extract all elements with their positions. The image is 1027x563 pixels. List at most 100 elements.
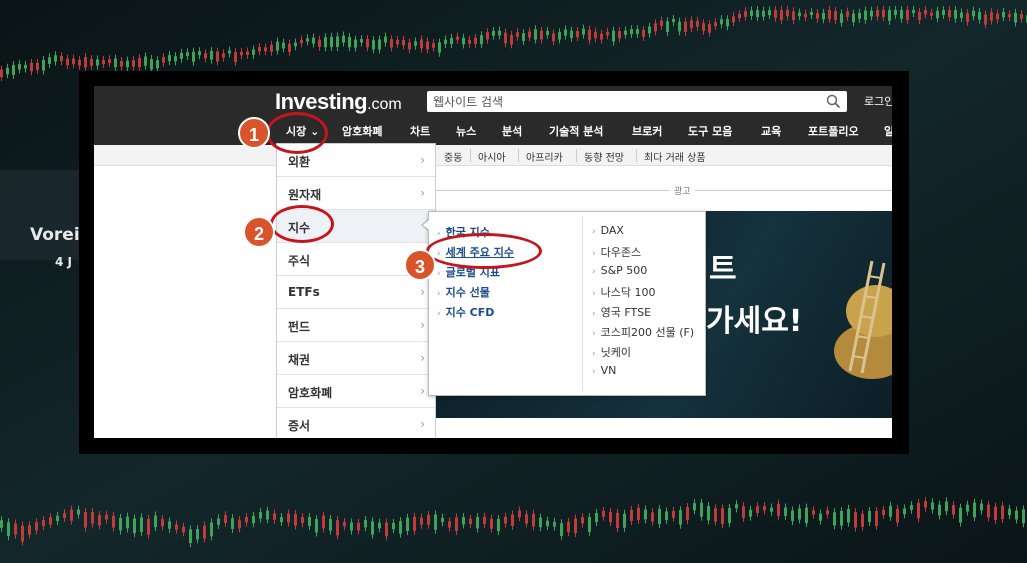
background-candle (294, 42, 297, 47)
nav-more[interactable]: 일 (884, 123, 892, 139)
background-candle (114, 58, 117, 68)
background-candle (72, 58, 75, 65)
background-candle (6, 67, 9, 75)
background-candle (60, 55, 63, 62)
subnav-asia[interactable]: 아시아 (478, 149, 506, 164)
dropdown-item-certificates[interactable]: 증서 › (277, 408, 435, 438)
background-candle (546, 520, 549, 527)
subnav-africa[interactable]: 아프리카 (526, 149, 563, 164)
search-input[interactable]: 웹사이트 검색 (427, 91, 847, 112)
submenu-link-dow-jones[interactable]: › 다우존스 (592, 244, 641, 260)
background-candle (366, 38, 369, 48)
background-candle (518, 510, 521, 518)
submenu-link-vn[interactable]: › VN (592, 364, 616, 377)
submenu-link-index-cfd[interactable]: › 지수 CFD (437, 304, 494, 320)
nav-analysis[interactable]: 분석 (502, 123, 522, 139)
background-candle (84, 512, 87, 528)
submenu-link-sp500[interactable]: › S&P 500 (592, 264, 647, 277)
submenu-link-label: 다우존스 (600, 246, 642, 259)
background-candle (161, 519, 164, 527)
search-icon[interactable] (826, 94, 841, 109)
background-candle (714, 508, 717, 522)
background-candle (616, 512, 619, 529)
bullet-icon: › (592, 309, 596, 319)
background-candle (228, 50, 231, 54)
svg-text:4 J: 4 J (55, 255, 72, 269)
nav-portfolio[interactable]: 포트폴리오 (808, 123, 859, 139)
background-candle (300, 39, 303, 44)
bullet-icon: › (592, 267, 596, 277)
ad-divider (434, 190, 892, 191)
background-candle (180, 52, 183, 59)
nav-news[interactable]: 뉴스 (456, 123, 476, 139)
background-candle (889, 505, 892, 517)
background-candle (726, 19, 729, 27)
subnav-most-traded[interactable]: 최다 거래 상품 (644, 149, 706, 164)
nav-crypto[interactable]: 암호화폐 (342, 123, 382, 139)
background-candle (182, 526, 185, 533)
background-candle (162, 57, 165, 63)
background-candle (84, 57, 87, 68)
submenu-link-nikkei[interactable]: › 닛케이 (592, 344, 631, 360)
dropdown-item-bonds[interactable]: 채권 › (277, 342, 435, 375)
background-candle (690, 20, 693, 29)
nav-charts[interactable]: 차트 (410, 123, 430, 139)
background-candle (732, 16, 735, 23)
submenu-link-kospi200-futures[interactable]: › 코스피200 선물 (F) (592, 324, 694, 340)
background-candle (868, 510, 871, 522)
background-candle (120, 61, 123, 67)
submenu-link-index-futures[interactable]: › 지수 선물 (437, 284, 490, 300)
background-candle (826, 510, 829, 515)
background-candle (630, 29, 633, 35)
site-header: Investing.com 웹사이트 검색 로그인 (94, 86, 892, 117)
background-candle (48, 57, 51, 64)
subnav-divider (636, 149, 637, 162)
nav-education[interactable]: 교육 (761, 123, 781, 139)
background-candle (756, 10, 759, 18)
background-candle (66, 58, 69, 66)
background-candle (786, 10, 789, 17)
dropdown-item-funds[interactable]: 펀드 › (277, 309, 435, 342)
background-candle (567, 521, 570, 533)
submenu-link-nasdaq100[interactable]: › 나스닥 100 (592, 284, 655, 300)
background-candle (1008, 508, 1011, 516)
background-candle (606, 31, 609, 36)
subnav-trends[interactable]: 동향 전망 (584, 149, 624, 164)
dropdown-item-crypto[interactable]: 암호화폐 › (277, 375, 435, 408)
background-candle (686, 507, 689, 521)
background-candle (774, 10, 777, 18)
login-link[interactable]: 로그인 (864, 93, 892, 109)
dropdown-item-etfs[interactable]: ETFs › (277, 276, 435, 309)
nav-technical-analysis[interactable]: 기술적 분석 (549, 123, 603, 139)
annotation-ring-market (266, 112, 328, 154)
dropdown-item-label: 채권 (288, 353, 311, 367)
background-candle (156, 60, 159, 69)
background-candle (539, 517, 542, 528)
chevron-right-icon: › (420, 417, 425, 431)
search-placeholder: 웹사이트 검색 (433, 95, 504, 109)
background-candle (456, 36, 459, 40)
background-candle (102, 60, 105, 65)
submenu-link-ftse[interactable]: › 영국 FTSE (592, 304, 651, 320)
background-candle (822, 12, 825, 20)
background-candle (0, 520, 3, 528)
background-candle (805, 507, 808, 524)
submenu-link-dax[interactable]: › DAX (592, 224, 624, 237)
background-candle (816, 13, 819, 19)
nav-tools[interactable]: 도구 모음 (688, 123, 732, 139)
subnav-middle-east[interactable]: 중동 (444, 149, 462, 164)
nav-brokers[interactable]: 브로커 (632, 123, 662, 139)
background-candle (672, 18, 675, 22)
background-candle (322, 515, 325, 529)
annotation-ring-world-indices (426, 233, 542, 269)
background-candle (651, 512, 654, 522)
background-candle (36, 62, 39, 70)
background-candle (804, 13, 807, 18)
background-candle (0, 69, 3, 78)
logo-suffix: .com (367, 96, 402, 113)
background-candle (894, 10, 897, 15)
background-candle (402, 39, 405, 46)
bullet-icon: › (437, 309, 441, 319)
background-candle (308, 517, 311, 526)
background-candle (343, 522, 346, 527)
